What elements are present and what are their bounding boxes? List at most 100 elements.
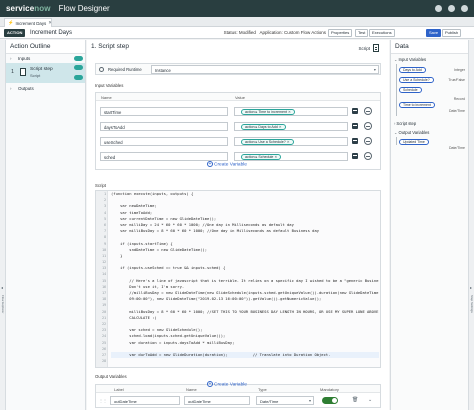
data-pill-type: Integer <box>454 68 465 72</box>
input-variable-value[interactable]: action ▸ Time to increment✕ <box>234 107 348 116</box>
action-title: Increment Days <box>30 30 73 36</box>
create-output-variable-button[interactable]: + Create Variable <box>207 381 247 387</box>
data-section-label: Output Variables <box>398 130 430 135</box>
close-icon[interactable]: ✕ <box>287 140 290 144</box>
avatar[interactable] <box>461 5 468 12</box>
settings-icon[interactable] <box>448 5 455 12</box>
input-variable-value[interactable]: action ▸ Days to Add✕ <box>234 122 348 131</box>
code-line[interactable]: // Here's a line of javascript that is t… <box>111 278 379 284</box>
data-pill[interactable]: action ▸ Use a Schedule?✕ <box>241 139 294 145</box>
input-variable-name[interactable]: startTime <box>100 107 228 116</box>
close-icon[interactable]: ✕ <box>274 155 277 159</box>
input-variables-panel: Name Value startTime action ▸ Time to in… <box>95 92 381 170</box>
test-button[interactable]: Test <box>355 29 369 37</box>
input-variable-value[interactable]: action ▸ Schedule✕ <box>234 152 348 161</box>
status-and-application: Status: Modified Application: Custom Flo… <box>224 30 326 35</box>
close-icon[interactable]: ✕ <box>288 110 291 114</box>
input-variable-value[interactable]: action ▸ Use a Schedule?✕ <box>234 137 348 146</box>
data-pill-time-to-increment[interactable]: Time to increment <box>399 102 435 108</box>
create-variable-label: Create Variable <box>214 382 247 388</box>
output-variable-label-field[interactable]: outDateTime <box>110 396 180 405</box>
input-variable-row: startTime action ▸ Time to increment✕ <box>96 106 380 118</box>
input-variable-name[interactable]: sched <box>100 152 228 161</box>
column-type-header: Type <box>258 387 267 392</box>
expand-right-icon[interactable]: ▸ <box>470 285 472 290</box>
delete-icon[interactable]: 🗑 <box>352 397 358 403</box>
publish-button[interactable]: Publish <box>442 29 462 37</box>
data-pill-picker-icon[interactable] <box>352 153 358 159</box>
input-variable-name[interactable]: daysToAdd <box>100 122 228 131</box>
step-input-pill <box>74 65 83 70</box>
required-runtime-label: Required Runtime <box>108 67 142 72</box>
mandatory-toggle[interactable] <box>322 397 338 404</box>
save-button[interactable]: Save <box>426 29 442 37</box>
outline-outputs-label: Outputs <box>18 86 34 91</box>
required-runtime-select[interactable]: Instance <box>151 65 379 74</box>
input-variable-name[interactable]: useSched <box>100 137 228 146</box>
outline-step-script[interactable]: 1 Script step Script <box>6 63 85 83</box>
data-pane-title: Data <box>391 40 468 54</box>
remove-icon[interactable] <box>364 107 372 115</box>
create-input-variable-button[interactable]: + Create Variable <box>207 161 247 167</box>
remove-icon[interactable] <box>364 122 372 130</box>
plus-icon: + <box>207 381 213 387</box>
help-icon[interactable] <box>435 5 442 12</box>
step-output-pill <box>74 75 83 80</box>
file-tab-label: Increment Days <box>15 20 47 26</box>
data-input-variables-section[interactable]: ⌄Input Variables <box>394 57 426 62</box>
status-text: Status: Modified <box>223 30 256 35</box>
code-line[interactable]: milliBusDay = 8 * 60 * 60 * 1000; //SET … <box>111 309 379 315</box>
step-type: Script <box>358 44 379 52</box>
line-number-gutter: 1 2 3 4 5 6 7 8 9 10 11 12 13 14 15 16 17 18 19 20 21 22 23 24 2… <box>96 191 108 367</box>
application-text: Application: Custom Flow Actions <box>259 30 326 35</box>
code-area[interactable]: (function execute(inputs, outputs) { var… <box>111 191 379 364</box>
data-pill-type: Date/Time <box>448 109 465 113</box>
inputs-connector-pill <box>74 56 83 61</box>
data-pill-schedule[interactable]: Schedule <box>399 87 422 93</box>
remove-icon[interactable] <box>364 152 372 160</box>
remove-icon[interactable] <box>364 137 372 145</box>
step-number: 1 <box>11 69 14 75</box>
outline-inputs-label: Inputs <box>18 56 31 61</box>
data-pill-label: action ▸ Use a Schedule? <box>245 140 286 144</box>
data-pill-updated-time[interactable]: Updated Time <box>399 139 429 145</box>
close-icon[interactable]: ✕ <box>279 125 282 129</box>
data-section-label: Input Variables <box>398 57 427 62</box>
data-output-variables-section[interactable]: ⌄Output Variables <box>394 130 429 135</box>
step-settings-label: Step Settings <box>470 295 474 313</box>
column-value-header: Value <box>235 95 245 100</box>
expand-left-icon[interactable]: ◂ <box>1 285 3 290</box>
servicenow-logo[interactable]: servicenow <box>6 4 51 13</box>
code-line[interactable] <box>111 358 379 364</box>
file-tab-bar: ⚡ Increment Days ✕ <box>0 17 474 27</box>
executions-button[interactable]: Executions <box>369 29 395 37</box>
data-pill-days-to-add[interactable]: Days to Add <box>399 67 426 73</box>
drag-handle-icon[interactable]: ⋮⋮ <box>99 398 107 403</box>
outline-inputs[interactable]: › Inputs <box>6 54 85 63</box>
output-variable-name-field[interactable]: outDateTime <box>184 396 250 405</box>
script-editor[interactable]: 1 2 3 4 5 6 7 8 9 10 11 12 13 14 15 16 17 18 19 20 21 22 23 24 2… <box>95 190 381 368</box>
close-icon[interactable]: ✕ <box>48 20 51 26</box>
step-settings-handle[interactable]: ▸ Step Settings <box>468 40 474 410</box>
data-pill-type: Date/Time <box>448 146 465 150</box>
data-pill[interactable]: action ▸ Days to Add✕ <box>241 124 286 130</box>
output-variable-type-select[interactable]: Date/Time <box>256 396 314 405</box>
script-icon <box>20 68 26 76</box>
data-pill[interactable]: action ▸ Time to increment✕ <box>241 109 295 115</box>
data-pill-type: Record <box>453 97 465 101</box>
data-pill[interactable]: action ▸ Schedule✕ <box>241 154 282 160</box>
outline-step-label: Script step <box>30 67 53 72</box>
file-tab-increment-days[interactable]: ⚡ Increment Days ✕ <box>4 18 52 27</box>
data-pill-picker-icon[interactable] <box>352 138 358 144</box>
action-header: ACTION Increment Days Status: Modified A… <box>0 27 474 39</box>
data-pill-use-schedule[interactable]: Use a Schedule? <box>399 77 434 83</box>
data-pill-type: True/False <box>448 78 465 82</box>
outline-outputs[interactable]: › Outputs <box>6 84 85 93</box>
output-variable-row: ⋮⋮ outDateTime outDateTime Date/Time 🗑 ⌄ <box>96 395 380 407</box>
data-pill-picker-icon[interactable] <box>352 108 358 114</box>
data-pill-picker-icon[interactable] <box>352 123 358 129</box>
chevron-down-icon[interactable]: ⌄ <box>368 397 372 403</box>
info-icon <box>99 67 104 72</box>
properties-button[interactable]: Properties <box>328 29 353 37</box>
data-script-step-section[interactable]: ›Script step <box>394 121 416 126</box>
